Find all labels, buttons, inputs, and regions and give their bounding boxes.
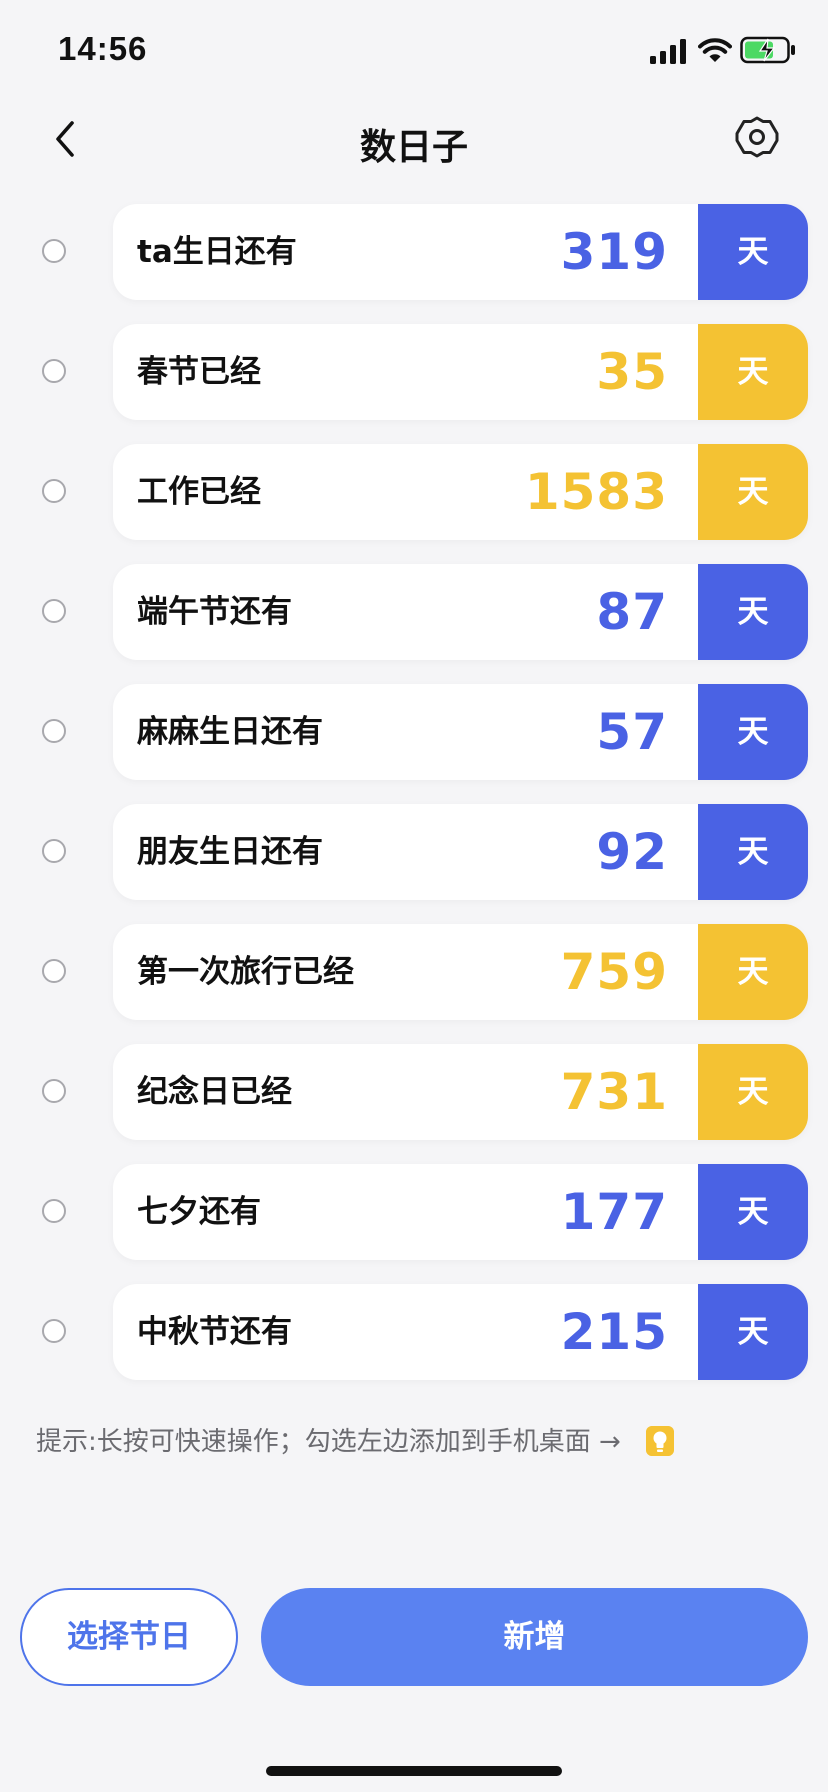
countdown-card[interactable]: 春节已经 35 天 [113,324,808,420]
card-label: 端午节还有 [137,594,292,630]
select-radio[interactable] [42,1199,66,1223]
day-unit-tab: 天 [698,444,808,540]
page-title: 数日子 [359,127,468,168]
hint-text: 提示:长按可快速操作；勾选左边添加到手机桌面 → [36,1427,621,1457]
list-item: 中秋节还有 215 天 [0,1284,828,1380]
home-indicator [266,1766,562,1776]
countdown-card[interactable]: 第一次旅行已经 759 天 [113,924,808,1020]
status-bar: 14:56 [0,0,828,100]
day-unit-tab: 天 [698,1044,808,1140]
day-unit-tab: 天 [698,804,808,900]
days-count: 319 [560,223,668,281]
status-time: 14:56 [58,30,148,67]
select-radio[interactable] [42,959,66,983]
days-count: 1583 [524,463,668,521]
select-radio[interactable] [42,1319,66,1343]
wifi-icon [698,38,732,62]
countdown-card[interactable]: 朋友生日还有 92 天 [113,804,808,900]
select-radio[interactable] [42,239,66,263]
card-label: 第一次旅行已经 [137,954,354,990]
countdown-card[interactable]: 纪念日已经 731 天 [113,1044,808,1140]
days-count: 35 [596,343,668,401]
select-radio[interactable] [42,839,66,863]
list-item: 朋友生日还有 92 天 [0,804,828,900]
days-count: 92 [596,823,668,881]
nav-bar: 数日子 [0,100,828,180]
card-label: 七夕还有 [137,1194,261,1230]
day-unit-tab: 天 [698,1284,808,1380]
list-item: 第一次旅行已经 759 天 [0,924,828,1020]
days-count: 215 [560,1303,668,1361]
settings-gear-icon[interactable] [734,114,780,160]
cellular-signal-icon [650,39,686,64]
day-unit-tab: 天 [698,324,808,420]
select-radio[interactable] [42,359,66,383]
day-unit-tab: 天 [698,564,808,660]
battery-charging-icon [740,36,795,64]
countdown-card[interactable]: 端午节还有 87 天 [113,564,808,660]
days-count: 731 [560,1063,668,1121]
add-new-button[interactable]: 新增 [261,1588,808,1686]
days-count: 87 [596,583,668,641]
card-label: 工作已经 [137,474,261,510]
list-item: 纪念日已经 731 天 [0,1044,828,1140]
countdown-card[interactable]: 麻麻生日还有 57 天 [113,684,808,780]
day-unit-tab: 天 [698,924,808,1020]
day-unit-tab: 天 [698,1164,808,1260]
days-count: 759 [560,943,668,1001]
list-item: 端午节还有 87 天 [0,564,828,660]
countdown-card[interactable]: ta生日还有 319 天 [113,204,808,300]
card-label: 春节已经 [137,354,261,390]
select-radio[interactable] [42,719,66,743]
list-item: ta生日还有 319 天 [0,204,828,300]
list-item: 麻麻生日还有 57 天 [0,684,828,780]
card-label: 朋友生日还有 [137,834,323,870]
select-radio[interactable] [42,479,66,503]
lightbulb-icon[interactable] [646,1426,674,1456]
select-radio[interactable] [42,1079,66,1103]
card-label: 中秋节还有 [137,1314,292,1350]
countdown-card[interactable]: 工作已经 1583 天 [113,444,808,540]
countdown-card[interactable]: 中秋节还有 215 天 [113,1284,808,1380]
days-count: 57 [596,703,668,761]
card-label: 麻麻生日还有 [137,714,323,750]
select-holiday-button[interactable]: 选择节日 [20,1588,238,1686]
list-item: 春节已经 35 天 [0,324,828,420]
card-label: 纪念日已经 [137,1074,292,1110]
list-item: 工作已经 1583 天 [0,444,828,540]
day-unit-tab: 天 [698,204,808,300]
countdown-card[interactable]: 七夕还有 177 天 [113,1164,808,1260]
select-radio[interactable] [42,599,66,623]
card-label: ta生日还有 [137,234,297,270]
list-item: 七夕还有 177 天 [0,1164,828,1260]
day-unit-tab: 天 [698,684,808,780]
days-count: 177 [560,1183,668,1241]
